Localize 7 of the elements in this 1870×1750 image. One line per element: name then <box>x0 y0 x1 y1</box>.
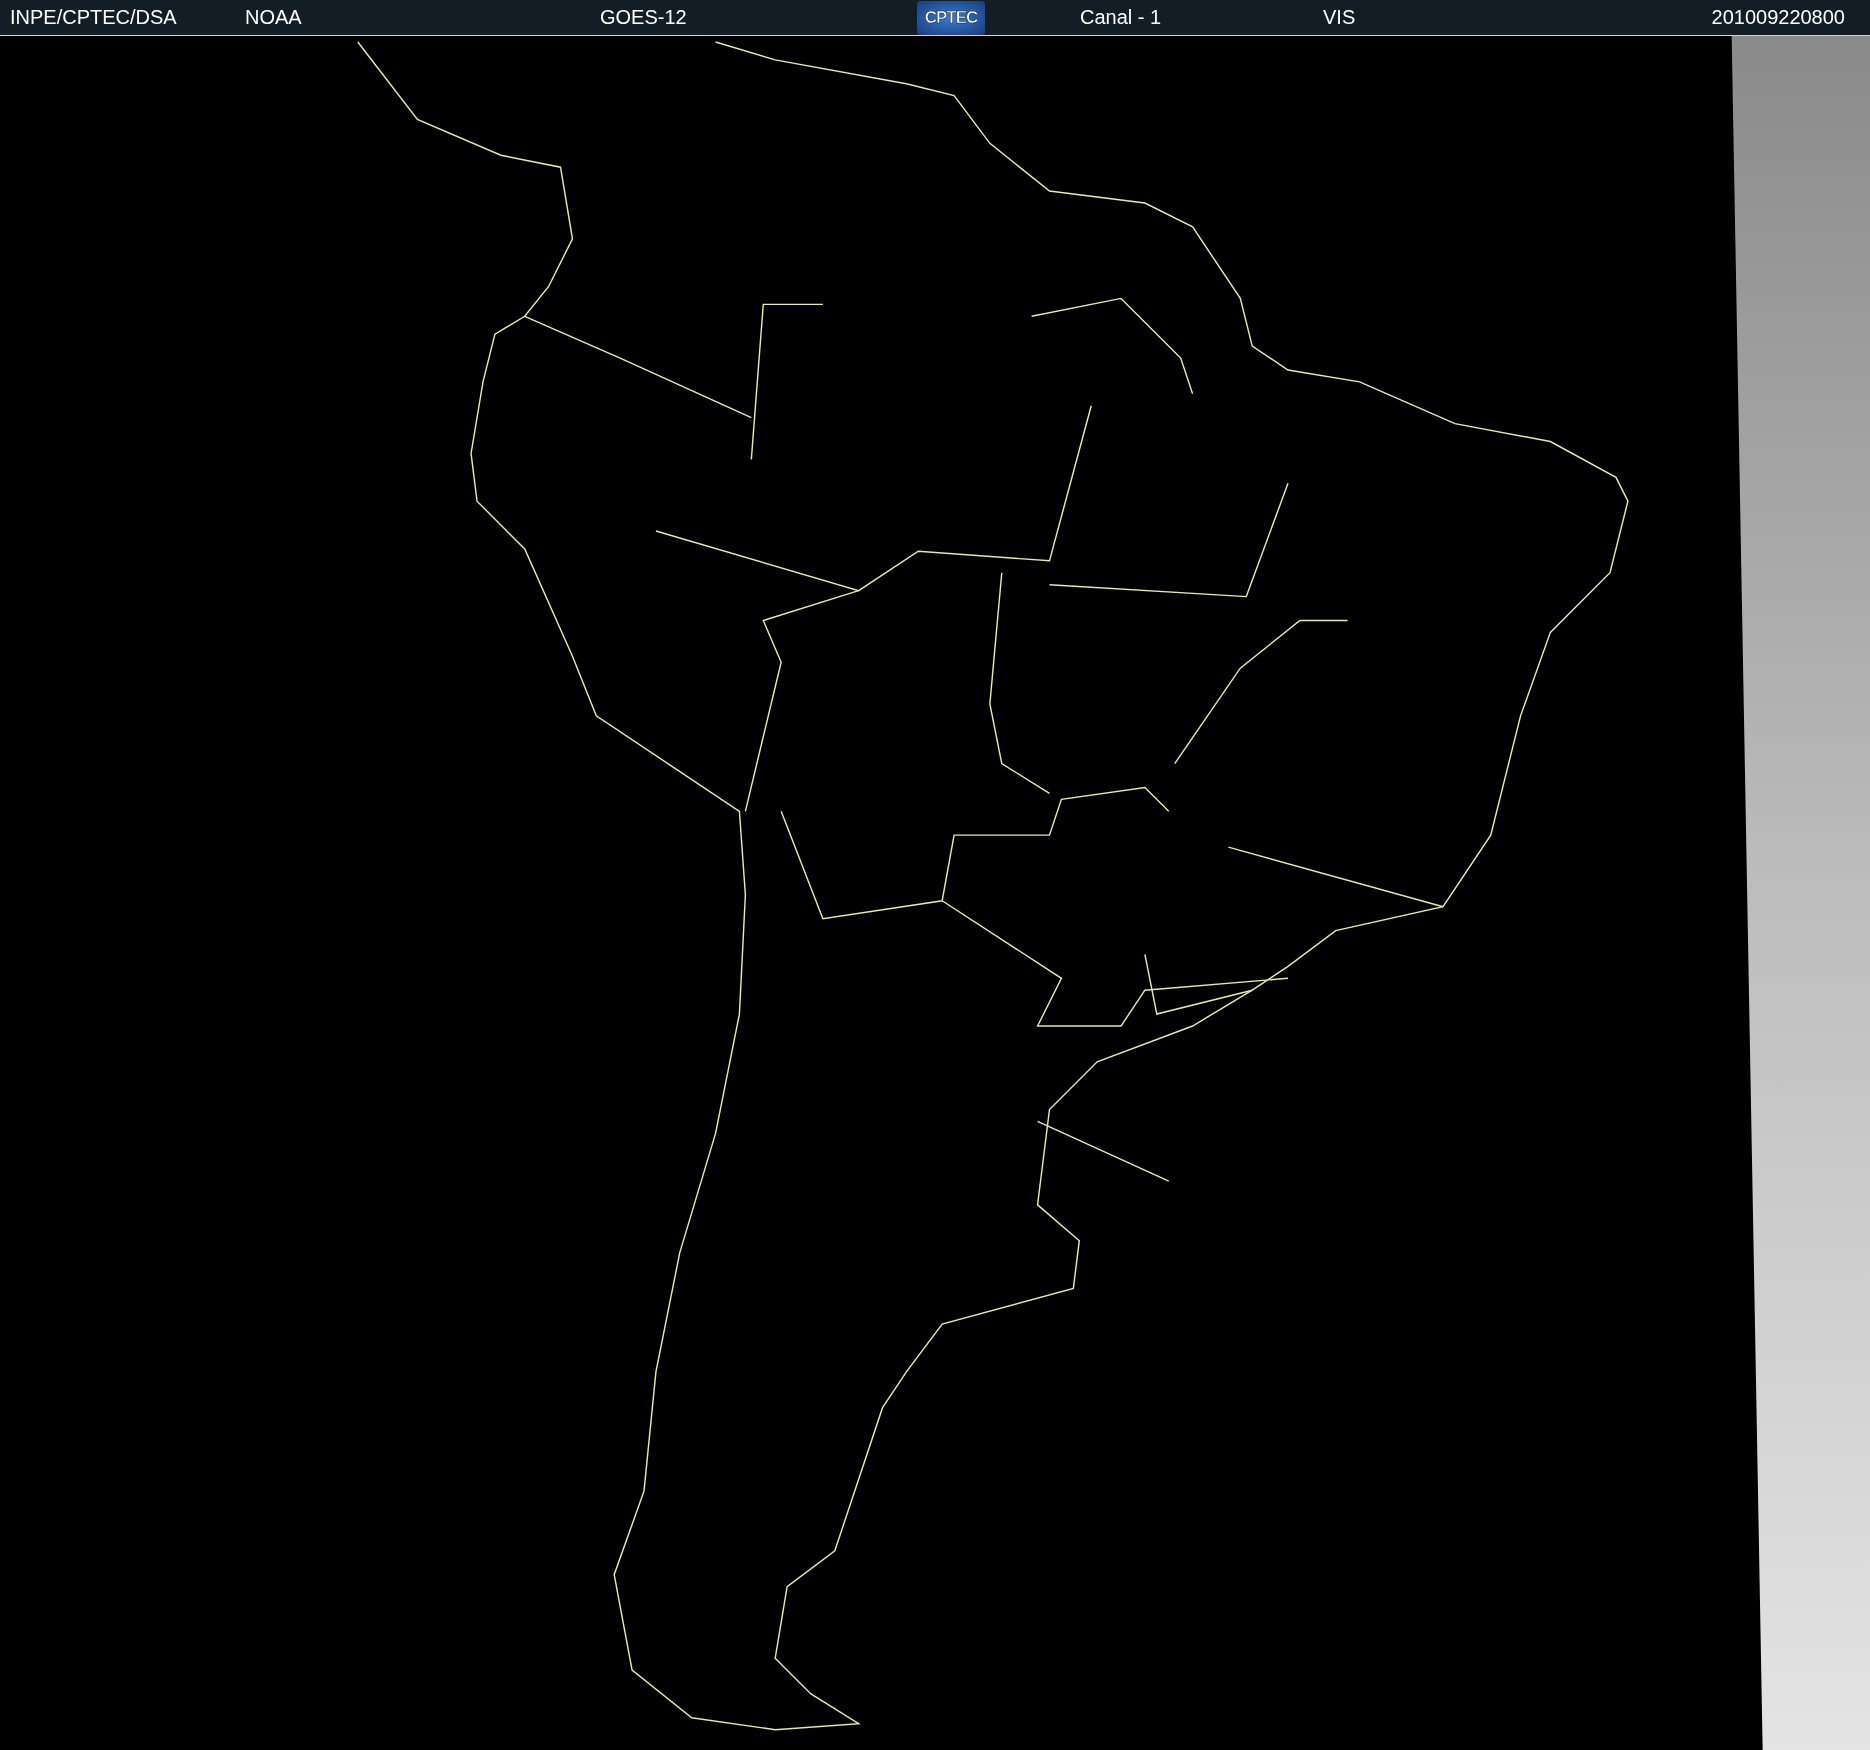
header-label: INPE/CPTEC/DSA <box>10 6 178 29</box>
header-label: 201009220800 <box>1711 6 1845 29</box>
header-label: VIS <box>1323 6 1357 29</box>
header-label: Canal - 1 <box>1080 6 1163 29</box>
header-label: GOES-12 <box>600 6 688 29</box>
header-label: NOAA <box>245 6 303 29</box>
logo-badge: CPTEC <box>917 0 985 35</box>
